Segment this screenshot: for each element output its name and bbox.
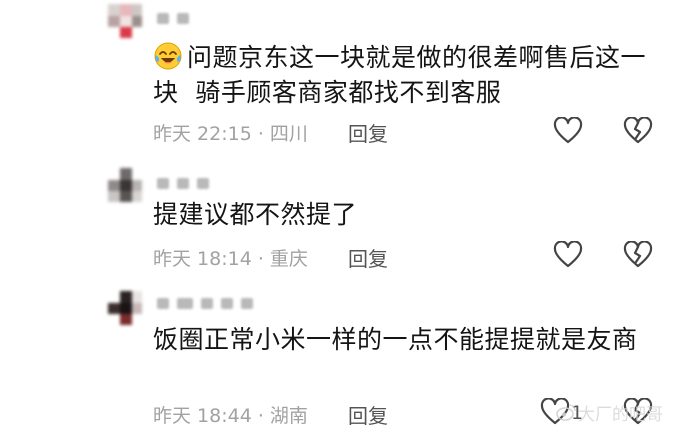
heart-outline-icon[interactable]: [553, 117, 583, 145]
laughing-crying-emoji: [154, 42, 182, 70]
comment-meta: 昨天 22:15 · 四川: [153, 123, 308, 145]
comment-body: 提建议都不然提了: [153, 200, 358, 229]
comment-meta: 昨天 18:14 · 重庆: [153, 248, 308, 270]
heart-outline-icon[interactable]: [553, 241, 583, 269]
comment-text: 饭圈正常小米一样的一点不能提提就是友商: [153, 322, 658, 357]
avatar[interactable]: [108, 168, 142, 202]
comment-body: 饭圈正常小米一样的一点不能提提就是友商: [153, 325, 638, 354]
username[interactable]: [157, 298, 253, 310]
comment-body: 问题京东这一块就是做的很差啊售后这一块 骑手顾客商家都找不到客服: [153, 43, 647, 107]
comment-list: 问题京东这一块就是做的很差啊售后这一块 骑手顾客商家都找不到客服 昨天 22:1…: [0, 0, 682, 442]
comment-text: 提建议都不然提了: [153, 197, 658, 232]
comment-text: 问题京东这一块就是做的很差啊售后这一块 骑手顾客商家都找不到客服: [153, 40, 658, 110]
username[interactable]: [157, 13, 189, 25]
reply-button[interactable]: 回复: [348, 118, 388, 147]
reply-button[interactable]: 回复: [348, 243, 388, 272]
watermark-text: 大厂的吧哥: [578, 405, 663, 425]
broken-heart-outline-icon[interactable]: [623, 117, 653, 145]
broken-heart-outline-icon[interactable]: [623, 241, 653, 269]
weibo-logo-icon: [556, 404, 576, 421]
avatar[interactable]: [108, 291, 142, 325]
username[interactable]: [157, 178, 209, 190]
reply-button[interactable]: 回复: [348, 400, 388, 429]
avatar[interactable]: [108, 4, 142, 38]
watermark: 大厂的吧哥: [556, 400, 663, 425]
comment-meta: 昨天 18:44 · 湖南: [153, 405, 308, 427]
